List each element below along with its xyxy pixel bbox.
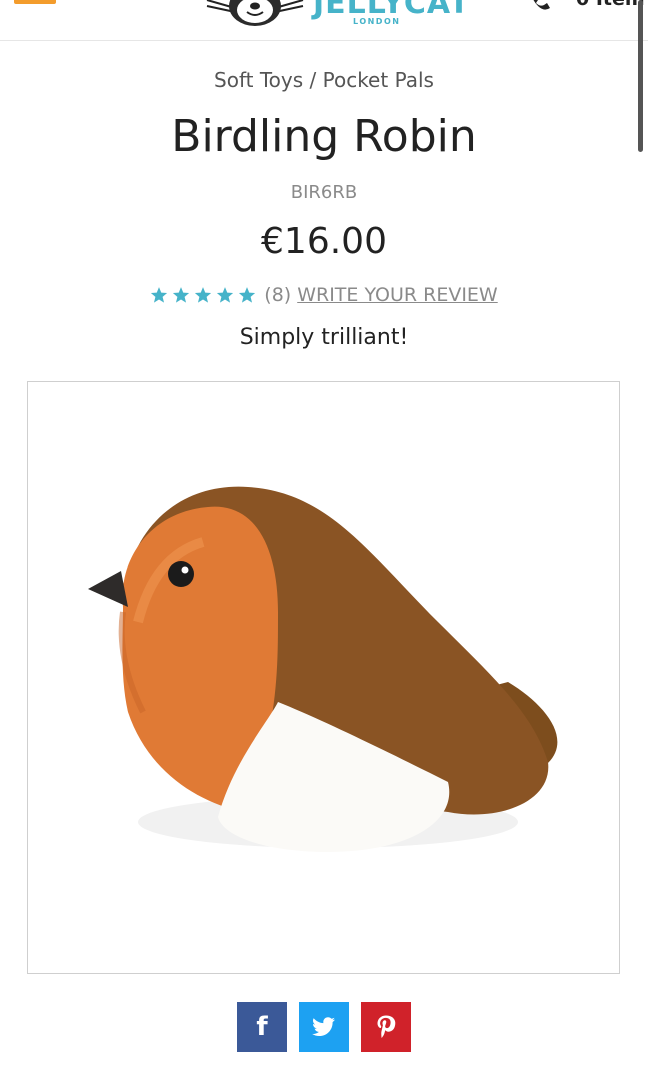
- product-image-robin: [88, 486, 558, 852]
- hamburger-menu-icon[interactable]: [14, 0, 56, 4]
- twitter-icon: [312, 1017, 335, 1036]
- site-header: JELLYCAT LONDON 0 Item: [0, 0, 648, 41]
- rating-row: (8) WRITE YOUR REVIEW: [0, 284, 648, 306]
- star-icon: [239, 287, 256, 303]
- basket-link[interactable]: 0 Item: [576, 0, 645, 10]
- product-price: €16.00: [261, 221, 387, 262]
- breadcrumb-separator: /: [303, 68, 323, 92]
- breadcrumb: Soft Toys / Pocket Pals: [0, 68, 648, 92]
- product-image-frame[interactable]: [27, 381, 620, 974]
- write-review-link[interactable]: WRITE YOUR REVIEW: [297, 284, 498, 306]
- twitter-share-button[interactable]: [299, 1002, 349, 1052]
- star-icon: [151, 287, 168, 303]
- star-rating: [150, 286, 256, 304]
- facebook-share-button[interactable]: f: [237, 1002, 287, 1052]
- star-icon: [173, 287, 190, 303]
- product-sku: BIR6RB: [290, 182, 358, 203]
- pinterest-icon: [377, 1015, 396, 1038]
- cat-face-icon: [206, 0, 304, 26]
- pinterest-share-button[interactable]: [361, 1002, 411, 1052]
- product-tagline: Simply trilliant!: [239, 325, 409, 350]
- breadcrumb-soft-toys[interactable]: Soft Toys: [214, 68, 303, 92]
- star-icon: [217, 287, 234, 303]
- share-buttons: f: [0, 1002, 648, 1052]
- phone-icon[interactable]: [530, 0, 550, 10]
- product-title: Birdling Robin: [171, 111, 477, 162]
- review-count[interactable]: (8): [264, 284, 291, 306]
- site-logo[interactable]: JELLYCAT LONDON: [205, 0, 469, 36]
- breadcrumb-pocket-pals[interactable]: Pocket Pals: [323, 68, 434, 92]
- logo-subtitle: LONDON: [353, 17, 401, 26]
- facebook-icon: f: [256, 1012, 268, 1042]
- star-icon: [195, 287, 212, 303]
